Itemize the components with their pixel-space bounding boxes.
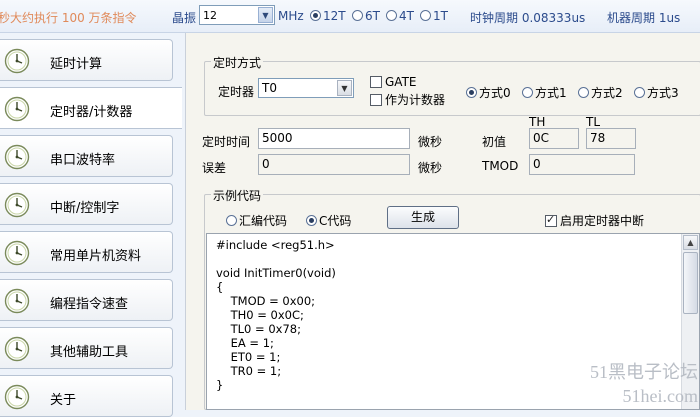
tmod-value-field: 0	[529, 154, 635, 175]
clock-icon	[4, 192, 30, 218]
tl-value-field: 78	[586, 128, 636, 149]
time-label: 定时时间	[202, 135, 251, 149]
timer-label: 定时器	[218, 85, 255, 99]
radio-icon[interactable]	[386, 10, 397, 21]
mode-radio-12t[interactable]: 12T	[310, 9, 346, 23]
error-label: 误差	[202, 161, 227, 175]
sidebar-item-other-tools[interactable]: 其他辅助工具	[0, 327, 173, 369]
c-code-radio[interactable]: C代码	[306, 212, 351, 229]
timer-select[interactable]: T0 ▼	[258, 78, 354, 98]
sidebar-item-mcu-docs[interactable]: 常用单片机资料	[0, 231, 173, 273]
checkbox-checked-icon[interactable]	[545, 213, 557, 227]
sidebar-item-about[interactable]: 关于	[0, 375, 173, 417]
error-value-field: 0	[258, 154, 410, 175]
machine-cycle-text: 机器周期 1us	[607, 11, 681, 25]
clock-cycle-text: 时钟周期 0.08333us	[470, 11, 586, 25]
radio-icon[interactable]	[420, 10, 431, 21]
watermark: 51黑电子论坛 51hei.com	[590, 360, 698, 408]
radio-icon[interactable]	[634, 87, 645, 98]
sidebar-item-label: 常用单片机资料	[50, 249, 142, 264]
chevron-down-icon[interactable]: ▼	[337, 80, 352, 96]
radio-selected-icon[interactable]	[466, 87, 477, 98]
mode-2-radio[interactable]: 方式2	[578, 84, 623, 101]
sidebar-item-label: 串口波特率	[50, 153, 116, 168]
radio-icon[interactable]	[522, 87, 533, 98]
mode-1-radio[interactable]: 方式1	[522, 84, 567, 101]
top-bar: 秒大约执行 100 万条指令 晶振 12 ▼ MHz 12T 6T 4T 1T …	[0, 0, 700, 33]
radio-selected-icon[interactable]	[306, 215, 317, 226]
crystal-unit: MHz	[278, 9, 304, 23]
sidebar-item-delay[interactable]: 延时计算	[0, 39, 173, 81]
sidebar-item-label: 其他辅助工具	[50, 345, 129, 360]
time-input[interactable]: 5000	[258, 128, 410, 149]
sidebar-item-label: 中断/控制字	[50, 201, 120, 216]
watermark-line-1: 51黑电子论坛	[590, 362, 698, 382]
gate-checkbox[interactable]: GATE	[370, 75, 417, 89]
sidebar-item-label: 关于	[50, 393, 77, 408]
asm-code-radio[interactable]: 汇编代码	[226, 212, 287, 229]
mode-3-radio[interactable]: 方式3	[634, 84, 679, 101]
radio-selected-icon[interactable]	[310, 10, 321, 21]
th-label: TH	[529, 115, 546, 129]
error-unit: 微秒	[418, 161, 443, 175]
scroll-thumb[interactable]	[683, 252, 698, 314]
radio-icon[interactable]	[578, 87, 589, 98]
clock-icon	[4, 240, 30, 266]
crystal-frequency-value: 12	[203, 9, 217, 22]
slogan-text: 秒大约执行 100 万条指令	[0, 11, 137, 25]
th-value-field: 0C	[529, 128, 579, 149]
sidebar-item-label: 定时器/计数器	[50, 105, 133, 120]
sidebar-item-baud-rate[interactable]: 串口波特率	[0, 135, 173, 177]
radio-icon[interactable]	[352, 10, 363, 21]
clock-icon	[4, 336, 30, 362]
crystal-frequency-select[interactable]: 12 ▼	[199, 5, 275, 25]
tl-label: TL	[586, 115, 601, 129]
mode-radio-6t[interactable]: 6T	[352, 9, 380, 23]
checkbox-icon[interactable]	[370, 76, 382, 88]
clock-icon	[4, 144, 30, 170]
time-unit: 微秒	[418, 135, 443, 149]
code-text[interactable]: #include <reg51.h> void InitTimer0(void)…	[216, 238, 336, 392]
clock-icon	[4, 48, 30, 74]
mode-radio-1t[interactable]: 1T	[420, 9, 448, 23]
example-code-title: 示例代码	[211, 187, 264, 204]
sidebar-item-instruction-ref[interactable]: 编程指令速查	[0, 279, 173, 321]
timer-select-value: T0	[262, 81, 277, 95]
clock-icon	[4, 96, 30, 122]
main-panel: 定时方式 定时器 T0 ▼ GATE 作为计数器 方式0 方式1 方式2 方式3…	[185, 33, 700, 410]
watermark-line-2: 51hei.com	[622, 386, 698, 406]
init-value-label: 初值	[482, 135, 507, 149]
counter-checkbox[interactable]: 作为计数器	[370, 91, 445, 108]
sidebar-item-label: 编程指令速查	[50, 297, 129, 312]
radio-icon[interactable]	[226, 215, 237, 226]
timer-mode-title: 定时方式	[211, 54, 264, 71]
tmod-label: TMOD	[482, 159, 519, 173]
clock-icon	[4, 384, 30, 410]
mode-radio-4t[interactable]: 4T	[386, 9, 414, 23]
sidebar-item-interrupt[interactable]: 中断/控制字	[0, 183, 173, 225]
sidebar-item-label: 延时计算	[50, 57, 103, 72]
sidebar: 延时计算 定时器/计数器 串口波特率 中断/控制字 常用单片机资料 编程指令速查…	[0, 33, 185, 417]
crystal-label: 晶振	[172, 11, 197, 25]
chevron-down-icon[interactable]: ▼	[258, 7, 273, 23]
enable-interrupt-checkbox[interactable]: 启用定时器中断	[545, 212, 644, 229]
clock-icon	[4, 288, 30, 314]
checkbox-icon[interactable]	[370, 94, 382, 106]
scroll-up-icon[interactable]: ▲	[683, 235, 698, 250]
generate-button[interactable]: 生成	[387, 206, 459, 229]
mode-0-radio[interactable]: 方式0	[466, 84, 511, 101]
sidebar-item-timer-counter[interactable]: 定时器/计数器	[0, 87, 182, 129]
